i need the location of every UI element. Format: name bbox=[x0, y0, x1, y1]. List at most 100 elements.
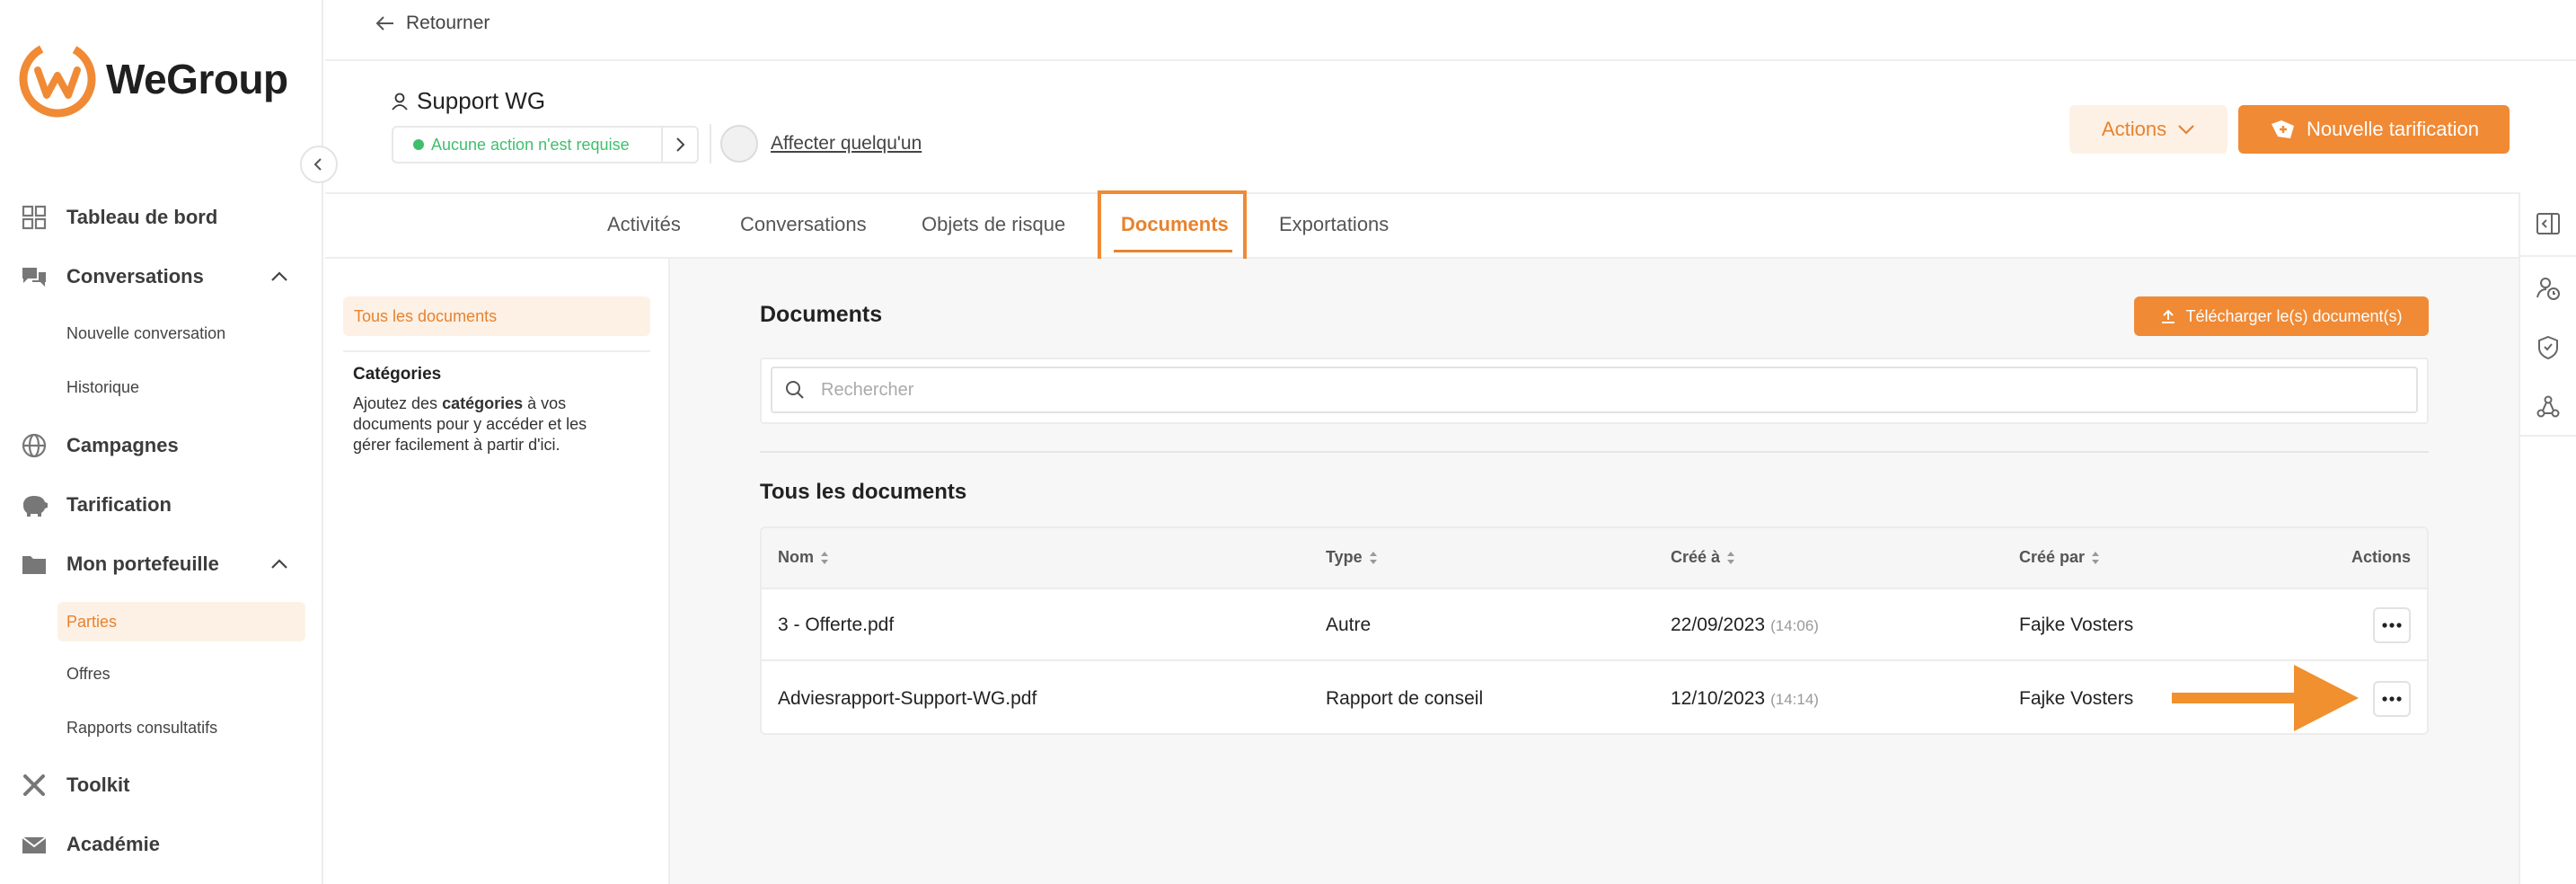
sidebar-item-label: Tableau de bord bbox=[66, 206, 218, 228]
sort-icon bbox=[1727, 551, 1735, 564]
arrow-left-icon bbox=[375, 16, 393, 31]
column-label: Créé à bbox=[1671, 548, 1721, 566]
cell-type: Autre bbox=[1326, 614, 1372, 635]
chevron-left-icon bbox=[313, 158, 322, 171]
cell-created-at: 12/10/2023 (14:14) bbox=[1671, 688, 1819, 710]
more-horizontal-icon bbox=[2382, 623, 2402, 628]
column-header-created-by[interactable]: Créé par bbox=[2019, 548, 2101, 567]
cell-name[interactable]: Adviesrapport-Support-WG.pdf bbox=[778, 688, 1037, 710]
sort-icon bbox=[821, 551, 828, 564]
column-header-name[interactable]: Nom bbox=[778, 548, 830, 567]
column-header-created-at[interactable]: Créé à bbox=[1671, 548, 1736, 567]
tab-active-underline bbox=[1114, 250, 1232, 252]
tab-activities[interactable]: Activités bbox=[607, 201, 681, 248]
piggy-bank-icon bbox=[20, 491, 49, 519]
new-pricing-label: Nouvelle tarification bbox=[2307, 118, 2479, 140]
actions-label: Actions bbox=[2101, 118, 2167, 140]
sidebar-item-toolkit[interactable]: Toolkit bbox=[20, 767, 302, 803]
search-icon bbox=[786, 381, 804, 399]
sidebar-item-portfolio[interactable]: Mon portefeuille bbox=[20, 546, 302, 582]
party-name: Support WG bbox=[417, 87, 546, 114]
shield-icon[interactable] bbox=[2533, 332, 2563, 363]
search-input[interactable] bbox=[819, 378, 2346, 402]
user-clock-icon[interactable] bbox=[2533, 273, 2563, 304]
dashboard-icon bbox=[20, 203, 49, 232]
sidebar-item-conversations[interactable]: Conversations bbox=[20, 259, 302, 295]
document-filter-panel bbox=[325, 259, 670, 884]
tab-risk-objects[interactable]: Objets de risque bbox=[922, 201, 1065, 248]
status-text: Aucune action n'est requise bbox=[431, 135, 630, 154]
search-field[interactable] bbox=[771, 367, 2418, 413]
cell-type: Rapport de conseil bbox=[1326, 688, 1484, 709]
tools-icon bbox=[20, 771, 49, 800]
tab-conversations[interactable]: Conversations bbox=[740, 201, 867, 248]
mail-icon bbox=[20, 830, 49, 859]
panel-toggle-icon[interactable] bbox=[2533, 208, 2563, 239]
globe-icon bbox=[20, 431, 49, 460]
row-actions-button[interactable] bbox=[2373, 681, 2411, 717]
status-dot bbox=[413, 139, 424, 150]
chevron-up-icon bbox=[271, 559, 287, 569]
header-divider bbox=[325, 59, 2576, 61]
sidebar-item-label: Tarification bbox=[66, 493, 172, 516]
time: (14:14) bbox=[1770, 691, 1819, 708]
sidebar-subitem-history[interactable]: Historique bbox=[57, 367, 305, 407]
right-rail bbox=[2519, 192, 2576, 884]
chevron-right-icon bbox=[676, 137, 685, 152]
actions-button[interactable]: Actions bbox=[2069, 105, 2228, 154]
column-label: Nom bbox=[778, 548, 814, 566]
rail-divider bbox=[2520, 255, 2576, 257]
table-row[interactable]: 3 - Offerte.pdf Autre 22/09/2023 (14:06) … bbox=[762, 589, 2427, 661]
divider bbox=[710, 124, 711, 164]
row-actions-button[interactable] bbox=[2373, 607, 2411, 643]
chat-icon bbox=[20, 262, 49, 291]
new-pricing-button[interactable]: Nouvelle tarification bbox=[2238, 105, 2510, 154]
back-link[interactable]: Retourner bbox=[375, 13, 490, 34]
assign-link[interactable]: Affecter quelqu'un bbox=[771, 133, 922, 155]
more-horizontal-icon bbox=[2382, 696, 2402, 702]
sidebar-item-dashboard[interactable]: Tableau de bord bbox=[20, 199, 302, 235]
tab-documents[interactable]: Documents bbox=[1121, 201, 1229, 248]
table-header: Nom Type Créé à Créé par Actions bbox=[762, 528, 2427, 589]
section-title: Tous les documents bbox=[760, 480, 967, 504]
status-next-button[interactable] bbox=[661, 128, 697, 162]
column-label: Créé par bbox=[2019, 548, 2086, 566]
avatar bbox=[720, 125, 758, 163]
sidebar-item-label: Toolkit bbox=[66, 774, 130, 796]
sidebar-collapse-button[interactable] bbox=[300, 146, 338, 183]
sidebar-item-label: Académie bbox=[66, 833, 160, 855]
sidebar-item-label: Conversations bbox=[66, 265, 204, 287]
sidebar-subitem-offers[interactable]: Offres bbox=[57, 654, 305, 694]
sidebar-subitem-parties[interactable]: Parties bbox=[57, 602, 305, 641]
sidebar-item-academy[interactable]: Académie bbox=[20, 827, 302, 862]
rail-divider bbox=[2520, 435, 2576, 437]
date: 22/09/2023 bbox=[1671, 614, 1766, 635]
upload-label: Télécharger le(s) document(s) bbox=[2185, 306, 2403, 325]
sidebar-subitem-advisory-reports[interactable]: Rapports consultatifs bbox=[57, 708, 305, 747]
brand-name: WeGroup bbox=[106, 56, 288, 102]
brand-logo[interactable]: WeGroup bbox=[18, 40, 288, 119]
cell-created-by: Fajke Vosters bbox=[2019, 614, 2134, 635]
upload-documents-button[interactable]: Télécharger le(s) document(s) bbox=[2134, 296, 2429, 336]
filter-all-documents[interactable]: Tous les documents bbox=[343, 296, 650, 336]
network-icon[interactable] bbox=[2533, 392, 2563, 422]
sidebar-subitem-new-conversation[interactable]: Nouvelle conversation bbox=[57, 314, 305, 353]
user-icon bbox=[392, 93, 408, 110]
column-label: Actions bbox=[2351, 548, 2411, 566]
divider bbox=[343, 350, 650, 352]
column-label: Type bbox=[1326, 548, 1363, 566]
sidebar-item-pricing[interactable]: Tarification bbox=[20, 487, 302, 523]
categories-title: Catégories bbox=[353, 365, 442, 384]
party-title: Support WG bbox=[392, 87, 545, 115]
divider bbox=[760, 451, 2429, 453]
tag-plus-icon bbox=[2272, 120, 2294, 138]
status-dropdown[interactable]: Aucune action n'est requise bbox=[392, 126, 699, 164]
assign-user[interactable]: Affecter quelqu'un bbox=[710, 124, 922, 164]
sort-icon bbox=[2092, 551, 2100, 564]
column-header-type[interactable]: Type bbox=[1326, 548, 1379, 567]
tab-exports[interactable]: Exportations bbox=[1279, 201, 1389, 248]
cell-name[interactable]: 3 - Offerte.pdf bbox=[778, 614, 894, 636]
sidebar-item-campaigns[interactable]: Campagnes bbox=[20, 428, 302, 464]
sort-icon bbox=[1369, 551, 1377, 564]
sidebar-item-label: Campagnes bbox=[66, 434, 179, 456]
